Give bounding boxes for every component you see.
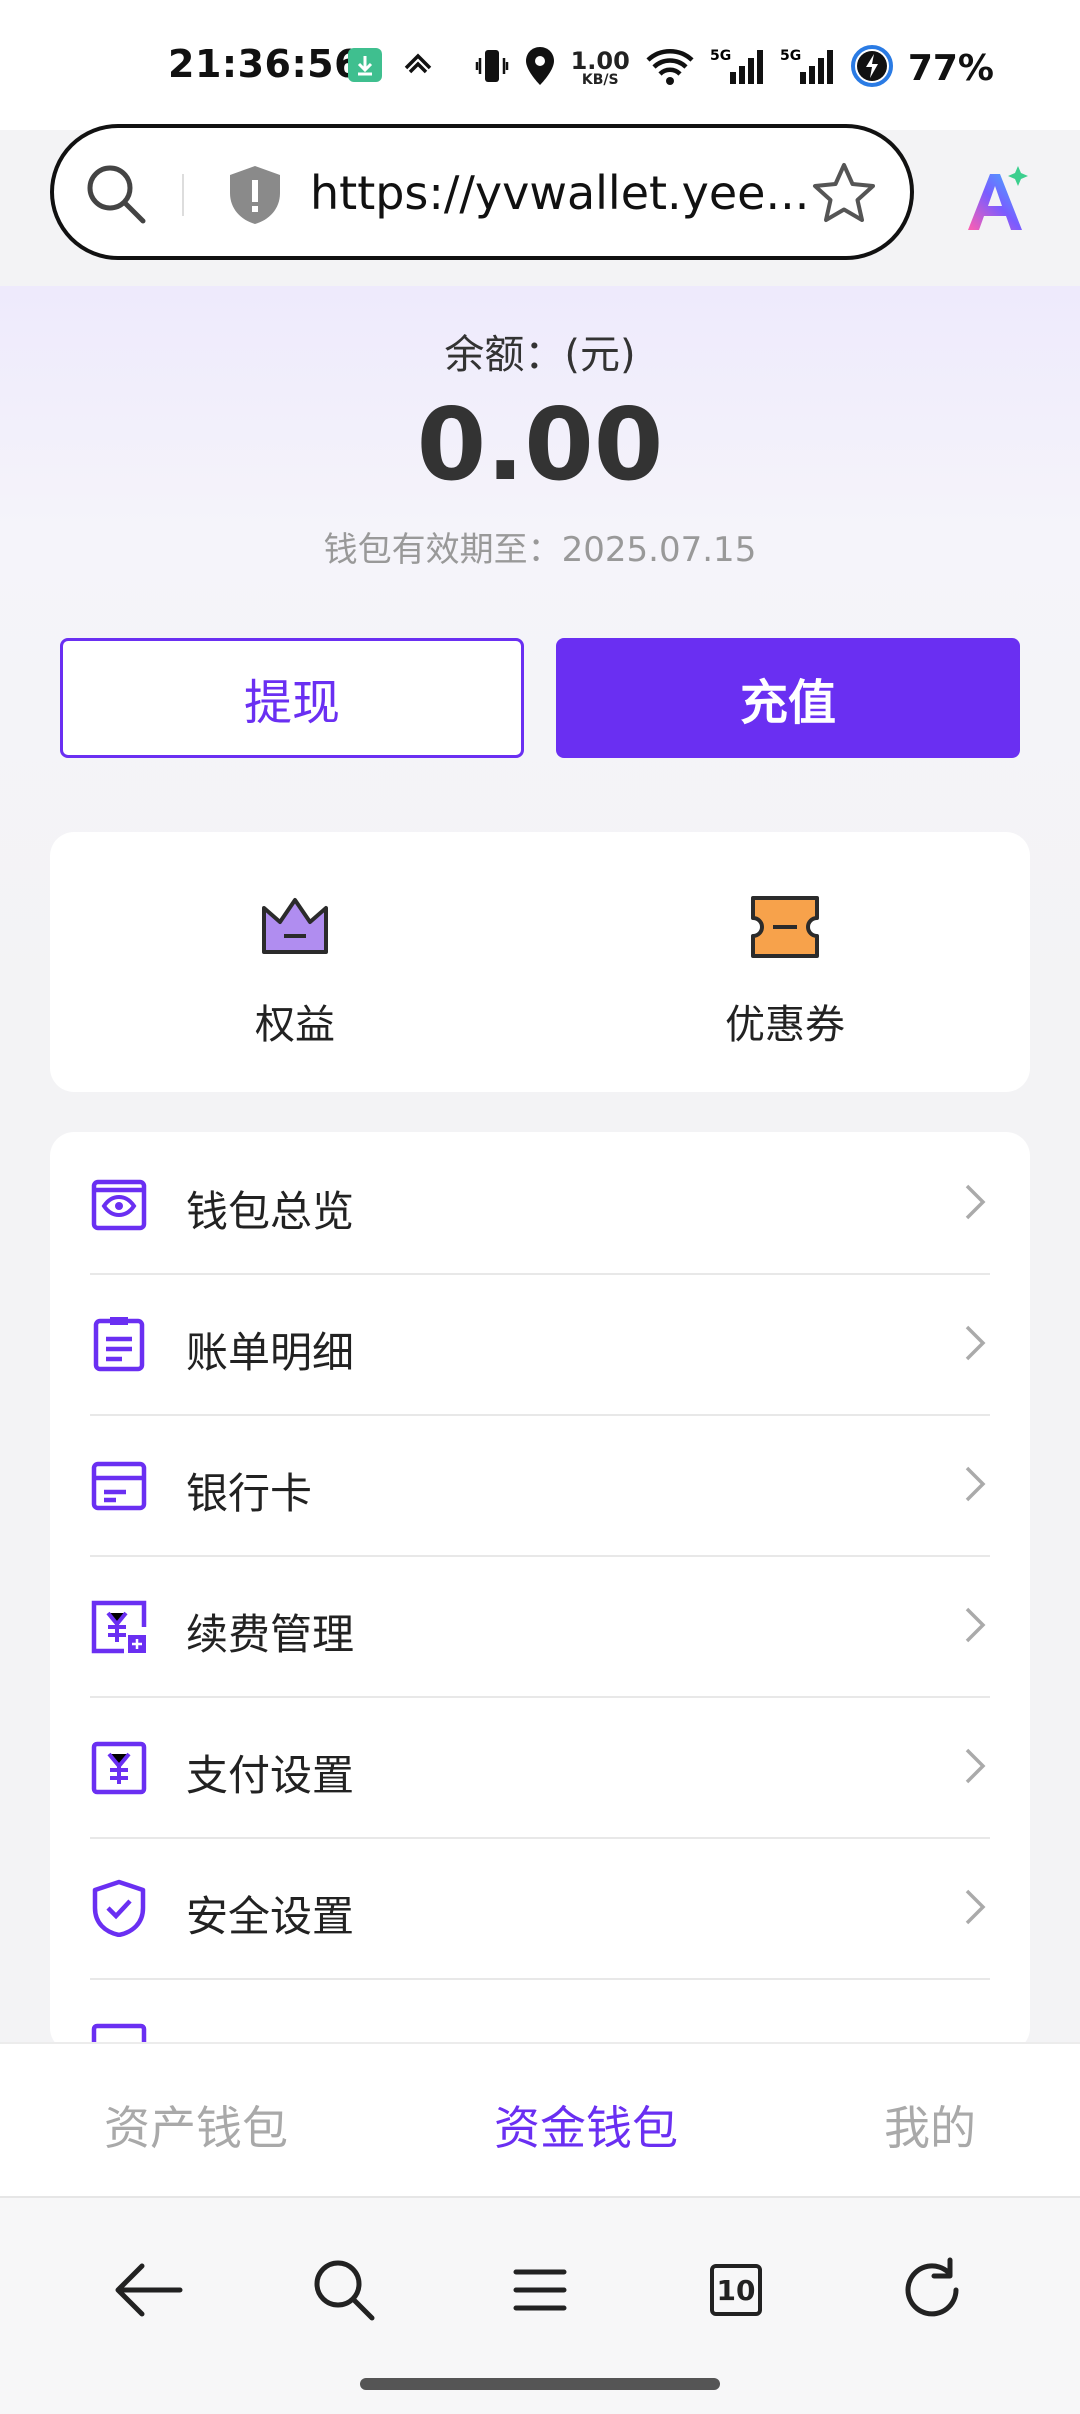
home-indicator[interactable] bbox=[360, 2378, 720, 2390]
balance-label: 余额：(元) bbox=[444, 332, 636, 378]
menu-label: 续费管理 bbox=[186, 1610, 355, 1659]
battery-percent: 77% bbox=[907, 47, 994, 89]
download-notification-icon bbox=[348, 48, 382, 86]
menu-item-bill-details[interactable]: 账单明细 bbox=[90, 1273, 990, 1416]
menu-label: 银行卡 bbox=[186, 1469, 313, 1518]
menu-item-security-settings[interactable]: 安全设置 bbox=[90, 1837, 990, 1980]
tabs-icon[interactable]: 10 bbox=[696, 2250, 776, 2330]
battery-charging-icon bbox=[850, 44, 894, 92]
location-icon bbox=[523, 45, 557, 91]
benefits-entry[interactable]: 权益 bbox=[50, 832, 540, 1092]
coupon-icon bbox=[749, 894, 821, 964]
search-icon[interactable] bbox=[304, 2250, 384, 2330]
signal-5g-icon: 5G bbox=[710, 46, 766, 90]
menu-item-payment-settings[interactable]: 支付设置 bbox=[90, 1696, 990, 1839]
balance-value: 0.00 bbox=[416, 386, 664, 503]
menu-label: 安全设置 bbox=[186, 1892, 355, 1941]
menu-label: 支付设置 bbox=[186, 1751, 355, 1800]
chevron-right-icon bbox=[962, 1464, 988, 1508]
payment-settings-icon bbox=[90, 1738, 148, 1800]
chevron-right-icon bbox=[962, 1887, 988, 1931]
search-icon[interactable] bbox=[84, 162, 148, 230]
menu-label: 钱包总览 bbox=[186, 1187, 355, 1236]
crown-icon bbox=[260, 894, 330, 964]
chevron-right-icon bbox=[962, 1605, 988, 1649]
tab-asset-wallet[interactable]: 资产钱包 bbox=[104, 2092, 288, 2158]
bank-card-icon bbox=[90, 1456, 148, 1518]
wallet-validity: 钱包有效期至：2025.07.15 bbox=[323, 530, 757, 570]
menu-item-wallet-overview[interactable]: 钱包总览 bbox=[90, 1132, 990, 1275]
menu-icon[interactable] bbox=[500, 2250, 580, 2330]
wallet-overview-icon bbox=[90, 1174, 148, 1236]
signal-5g-icon: 5G bbox=[780, 46, 836, 90]
menu-label: 账单明细 bbox=[186, 1328, 355, 1377]
recharge-button[interactable]: 充值 bbox=[556, 638, 1020, 758]
menu-item-partial[interactable] bbox=[90, 1978, 990, 2052]
network-speed: 1.00 KB/S bbox=[570, 47, 630, 88]
tab-fund-wallet[interactable]: 资金钱包 bbox=[494, 2092, 678, 2158]
shield-icon[interactable] bbox=[226, 164, 284, 230]
withdraw-button[interactable]: 提现 bbox=[60, 638, 524, 758]
wifi-icon bbox=[644, 46, 696, 90]
chevron-right-icon bbox=[962, 1323, 988, 1367]
renewal-icon bbox=[90, 1597, 148, 1659]
benefits-label: 权益 bbox=[255, 1002, 335, 1048]
bill-icon bbox=[90, 1315, 148, 1377]
ai-assistant-icon[interactable] bbox=[960, 164, 1032, 240]
coupon-label: 优惠券 bbox=[725, 1002, 845, 1048]
menu-item-renewal-management[interactable]: 续费管理 bbox=[90, 1555, 990, 1698]
svg-text:5G: 5G bbox=[780, 48, 801, 64]
star-icon[interactable] bbox=[810, 160, 878, 232]
coupon-entry[interactable]: 优惠券 bbox=[540, 832, 1030, 1092]
status-bar: 21:36:56 1.00 KB/S 5G 5G 77% bbox=[0, 0, 1080, 130]
chevron-right-icon bbox=[962, 1746, 988, 1790]
sync-notification-icon bbox=[400, 48, 436, 86]
quick-actions-card: 权益 优惠券 bbox=[50, 832, 1030, 1092]
url-text[interactable]: https://yvwallet.yee... bbox=[310, 166, 810, 220]
vibrate-icon bbox=[475, 46, 509, 90]
back-icon[interactable] bbox=[108, 2250, 188, 2330]
bottom-tab-bar: 资产钱包 资金钱包 我的 bbox=[0, 2042, 1080, 2198]
chevron-right-icon bbox=[962, 1182, 988, 1226]
status-time: 21:36:56 bbox=[168, 42, 362, 86]
menu-item-bank-card[interactable]: 银行卡 bbox=[90, 1414, 990, 1557]
security-icon bbox=[90, 1879, 148, 1941]
address-bar[interactable]: https://yvwallet.yee... bbox=[50, 124, 914, 260]
refresh-icon[interactable] bbox=[892, 2250, 972, 2330]
wallet-menu: 钱包总览 账单明细 银行卡 续费管理 支付设置 安全设置 bbox=[50, 1132, 1030, 2052]
tab-mine[interactable]: 我的 bbox=[884, 2092, 976, 2158]
tab-count: 10 bbox=[710, 2264, 762, 2316]
svg-text:5G: 5G bbox=[710, 48, 731, 64]
